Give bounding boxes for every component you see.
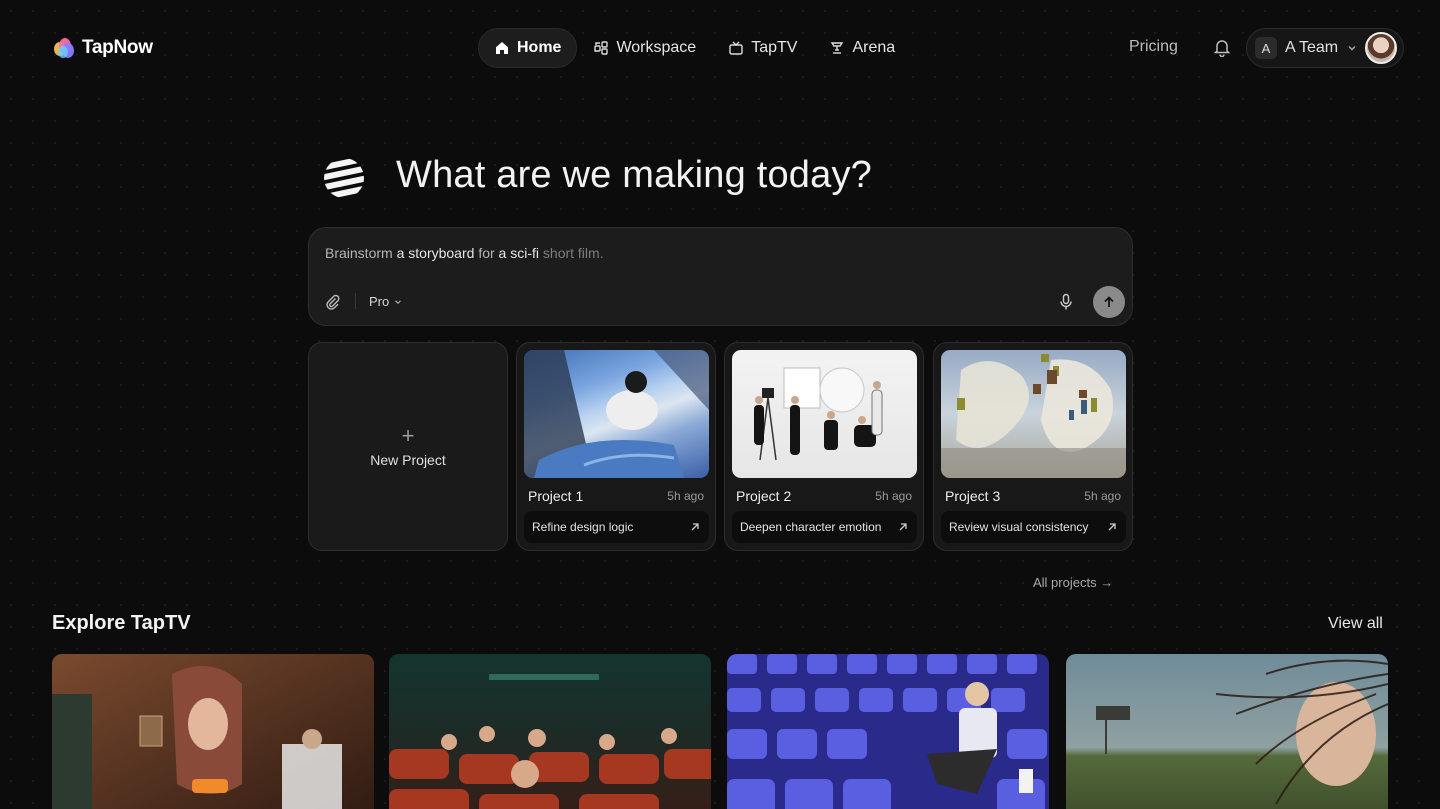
project-name: Project 1 bbox=[528, 488, 584, 504]
bell-icon[interactable] bbox=[1212, 37, 1232, 57]
taptv-video-card[interactable] bbox=[52, 654, 374, 809]
arrow-up-right-icon bbox=[899, 523, 907, 531]
chevron-down-icon bbox=[395, 299, 402, 304]
placeholder-part: for bbox=[478, 245, 499, 261]
avatar[interactable] bbox=[1365, 32, 1397, 64]
nav-taptv-label: TapTV bbox=[751, 39, 798, 56]
arena-icon bbox=[831, 42, 844, 54]
plus-icon: + bbox=[401, 422, 415, 448]
project-card[interactable]: Project 1 5h ago Refine design logic bbox=[516, 342, 716, 551]
model-label: Pro bbox=[369, 294, 390, 309]
project-card[interactable]: Project 3 5h ago Review visual consisten… bbox=[933, 342, 1133, 551]
project-action-button[interactable]: Review visual consistency bbox=[941, 511, 1126, 543]
prompt-placeholder: Brainstorm a storyboard for a sci-fi sho… bbox=[325, 245, 604, 261]
placeholder-part: sci-fi bbox=[510, 245, 543, 261]
paperclip-icon[interactable] bbox=[325, 294, 341, 310]
project-time: 5h ago bbox=[875, 489, 912, 503]
nav-taptv[interactable]: TapTV bbox=[712, 28, 813, 68]
new-project-card[interactable]: + New Project bbox=[308, 342, 508, 551]
placeholder-part: short film. bbox=[542, 245, 604, 261]
pricing-link[interactable]: Pricing bbox=[1129, 38, 1178, 56]
taptv-video-card[interactable] bbox=[727, 654, 1049, 809]
model-select[interactable]: Pro bbox=[369, 294, 403, 309]
placeholder-part: a bbox=[396, 245, 409, 261]
project-action-label: Refine design logic bbox=[532, 520, 634, 534]
sparkle-ball-icon bbox=[324, 158, 364, 198]
project-card[interactable]: Project 2 5h ago Deepen character emotio… bbox=[724, 342, 924, 551]
tv-icon bbox=[729, 41, 743, 55]
taptv-video-card[interactable] bbox=[1066, 654, 1388, 809]
placeholder-part: storyboard bbox=[408, 245, 479, 261]
new-project-label: New Project bbox=[370, 451, 446, 468]
workspace-icon bbox=[594, 41, 609, 55]
view-all-link[interactable]: View all bbox=[1328, 615, 1383, 633]
project-time: 5h ago bbox=[667, 489, 704, 503]
arrow-up-right-icon bbox=[1108, 523, 1116, 531]
placeholder-part: a bbox=[498, 245, 511, 261]
nav-home[interactable]: Home bbox=[478, 28, 578, 68]
team-switcher[interactable]: A A Team bbox=[1246, 28, 1404, 68]
chevron-down-icon bbox=[1348, 46, 1356, 51]
project-name: Project 3 bbox=[945, 488, 1001, 504]
project-thumbnail bbox=[732, 350, 917, 478]
project-action-button[interactable]: Deepen character emotion bbox=[732, 511, 917, 543]
toolbar-divider bbox=[355, 293, 356, 309]
arrow-up-icon bbox=[1104, 296, 1114, 307]
nav-arena[interactable]: Arena bbox=[813, 28, 911, 68]
project-action-label: Review visual consistency bbox=[949, 520, 1089, 534]
taptv-video-card[interactable] bbox=[389, 654, 711, 809]
team-initial: A bbox=[1255, 37, 1277, 59]
nav-home-label: Home bbox=[517, 39, 562, 56]
project-thumbnail bbox=[941, 350, 1126, 478]
top-bar: TapNow Home Workspace TapTV Arena Pricin… bbox=[0, 0, 1440, 96]
project-thumbnail bbox=[524, 350, 709, 478]
home-icon bbox=[496, 42, 508, 54]
project-action-button[interactable]: Refine design logic bbox=[524, 511, 709, 543]
project-time: 5h ago bbox=[1084, 489, 1121, 503]
project-action-label: Deepen character emotion bbox=[740, 520, 882, 534]
brand-logo[interactable]: TapNow bbox=[52, 36, 153, 60]
page-title: What are we making today? bbox=[396, 154, 873, 196]
microphone-icon[interactable] bbox=[1058, 293, 1074, 311]
prompt-input[interactable]: Brainstorm a storyboard for a sci-fi sho… bbox=[308, 227, 1133, 326]
main-nav: Home Workspace TapTV Arena bbox=[478, 28, 911, 68]
brand-name: TapNow bbox=[82, 37, 153, 58]
all-projects-link[interactable]: All projects → bbox=[1033, 575, 1113, 590]
arrow-up-right-icon bbox=[691, 523, 699, 531]
placeholder-part: Brainstorm bbox=[325, 245, 397, 261]
nav-workspace[interactable]: Workspace bbox=[577, 28, 712, 68]
team-name: A Team bbox=[1285, 39, 1339, 56]
nav-arena-label: Arena bbox=[852, 39, 896, 56]
project-name: Project 2 bbox=[736, 488, 792, 504]
explore-section-title: Explore TapTV bbox=[52, 612, 191, 634]
send-button[interactable] bbox=[1093, 286, 1125, 318]
nav-workspace-label: Workspace bbox=[616, 39, 697, 56]
tapnow-logo-icon bbox=[52, 36, 76, 60]
